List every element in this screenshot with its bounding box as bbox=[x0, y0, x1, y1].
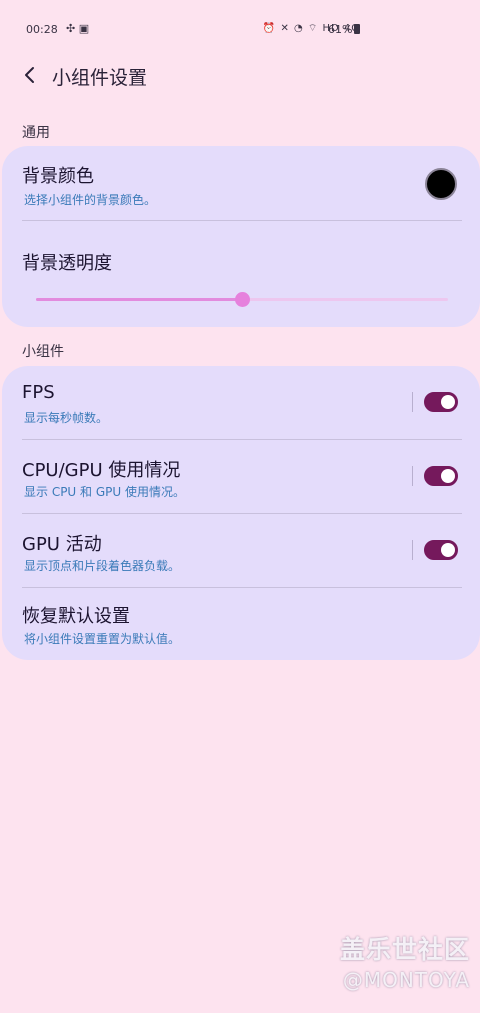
section-label-widgets: 小组件 bbox=[22, 344, 64, 360]
gpu-activity-row[interactable]: GPU 活动 显示顶点和片段着色器负载。 bbox=[2, 514, 480, 587]
toggle-separator bbox=[412, 466, 413, 486]
cpu-gpu-toggle[interactable] bbox=[424, 466, 458, 486]
bg-color-row[interactable]: 背景颜色 选择小组件的背景颜色。 bbox=[2, 146, 480, 220]
fps-title: FPS bbox=[22, 382, 55, 403]
toggle-knob bbox=[441, 395, 455, 409]
reset-defaults-row[interactable]: 恢复默认设置 将小组件设置重置为默认值。 bbox=[2, 588, 480, 660]
cpu-gpu-row[interactable]: CPU/GPU 使用情况 显示 CPU 和 GPU 使用情况。 bbox=[2, 440, 480, 513]
toggle-separator bbox=[412, 392, 413, 412]
section-label-general: 通用 bbox=[22, 125, 50, 141]
status-bar: 00:28 ✣ ▣ ⏰ ✕ ◔ ⌔ HD 4G 61% bbox=[0, 0, 480, 60]
watermark-author: @MONTOYA bbox=[342, 968, 470, 992]
reset-title: 恢复默认设置 bbox=[22, 606, 130, 627]
opacity-slider[interactable] bbox=[36, 290, 448, 310]
gpu-activity-subtitle: 显示顶点和片段着色器负载。 bbox=[24, 559, 181, 573]
gpu-activity-toggle[interactable] bbox=[424, 540, 458, 560]
toggle-knob bbox=[441, 469, 455, 483]
watermark-community: 盖乐世社区 bbox=[339, 935, 470, 964]
widget-settings-card: FPS 显示每秒帧数。 CPU/GPU 使用情况 显示 CPU 和 GPU 使用… bbox=[2, 366, 480, 660]
cpu-gpu-title: CPU/GPU 使用情况 bbox=[22, 460, 181, 481]
bg-color-subtitle: 选择小组件的背景颜色。 bbox=[24, 193, 157, 207]
color-swatch[interactable] bbox=[425, 168, 457, 200]
fps-toggle[interactable] bbox=[424, 392, 458, 412]
battery-indicator: 61% bbox=[328, 23, 361, 36]
gpu-activity-title: GPU 活动 bbox=[22, 534, 102, 555]
toggle-separator bbox=[412, 540, 413, 560]
back-button[interactable] bbox=[18, 62, 44, 88]
app-header: 小组件设置 bbox=[0, 56, 480, 96]
bg-color-title: 背景颜色 bbox=[22, 166, 94, 187]
page-title: 小组件设置 bbox=[52, 67, 148, 89]
bg-opacity-title: 背景透明度 bbox=[22, 253, 112, 274]
fps-subtitle: 显示每秒帧数。 bbox=[24, 411, 109, 425]
divider bbox=[22, 220, 462, 221]
notification-icons: ✣ ▣ bbox=[66, 22, 90, 35]
toggle-knob bbox=[441, 543, 455, 557]
reset-subtitle: 将小组件设置重置为默认值。 bbox=[24, 632, 181, 646]
fps-row[interactable]: FPS 显示每秒帧数。 bbox=[2, 366, 480, 439]
battery-icon bbox=[354, 24, 361, 34]
general-settings-card: 背景颜色 选择小组件的背景颜色。 背景透明度 bbox=[2, 146, 480, 327]
slider-fill bbox=[36, 298, 242, 301]
status-time: 00:28 bbox=[26, 23, 58, 36]
chevron-left-icon bbox=[25, 67, 34, 83]
battery-percent: 61% bbox=[328, 23, 353, 36]
slider-thumb[interactable] bbox=[235, 292, 250, 307]
cpu-gpu-subtitle: 显示 CPU 和 GPU 使用情况。 bbox=[24, 485, 185, 499]
